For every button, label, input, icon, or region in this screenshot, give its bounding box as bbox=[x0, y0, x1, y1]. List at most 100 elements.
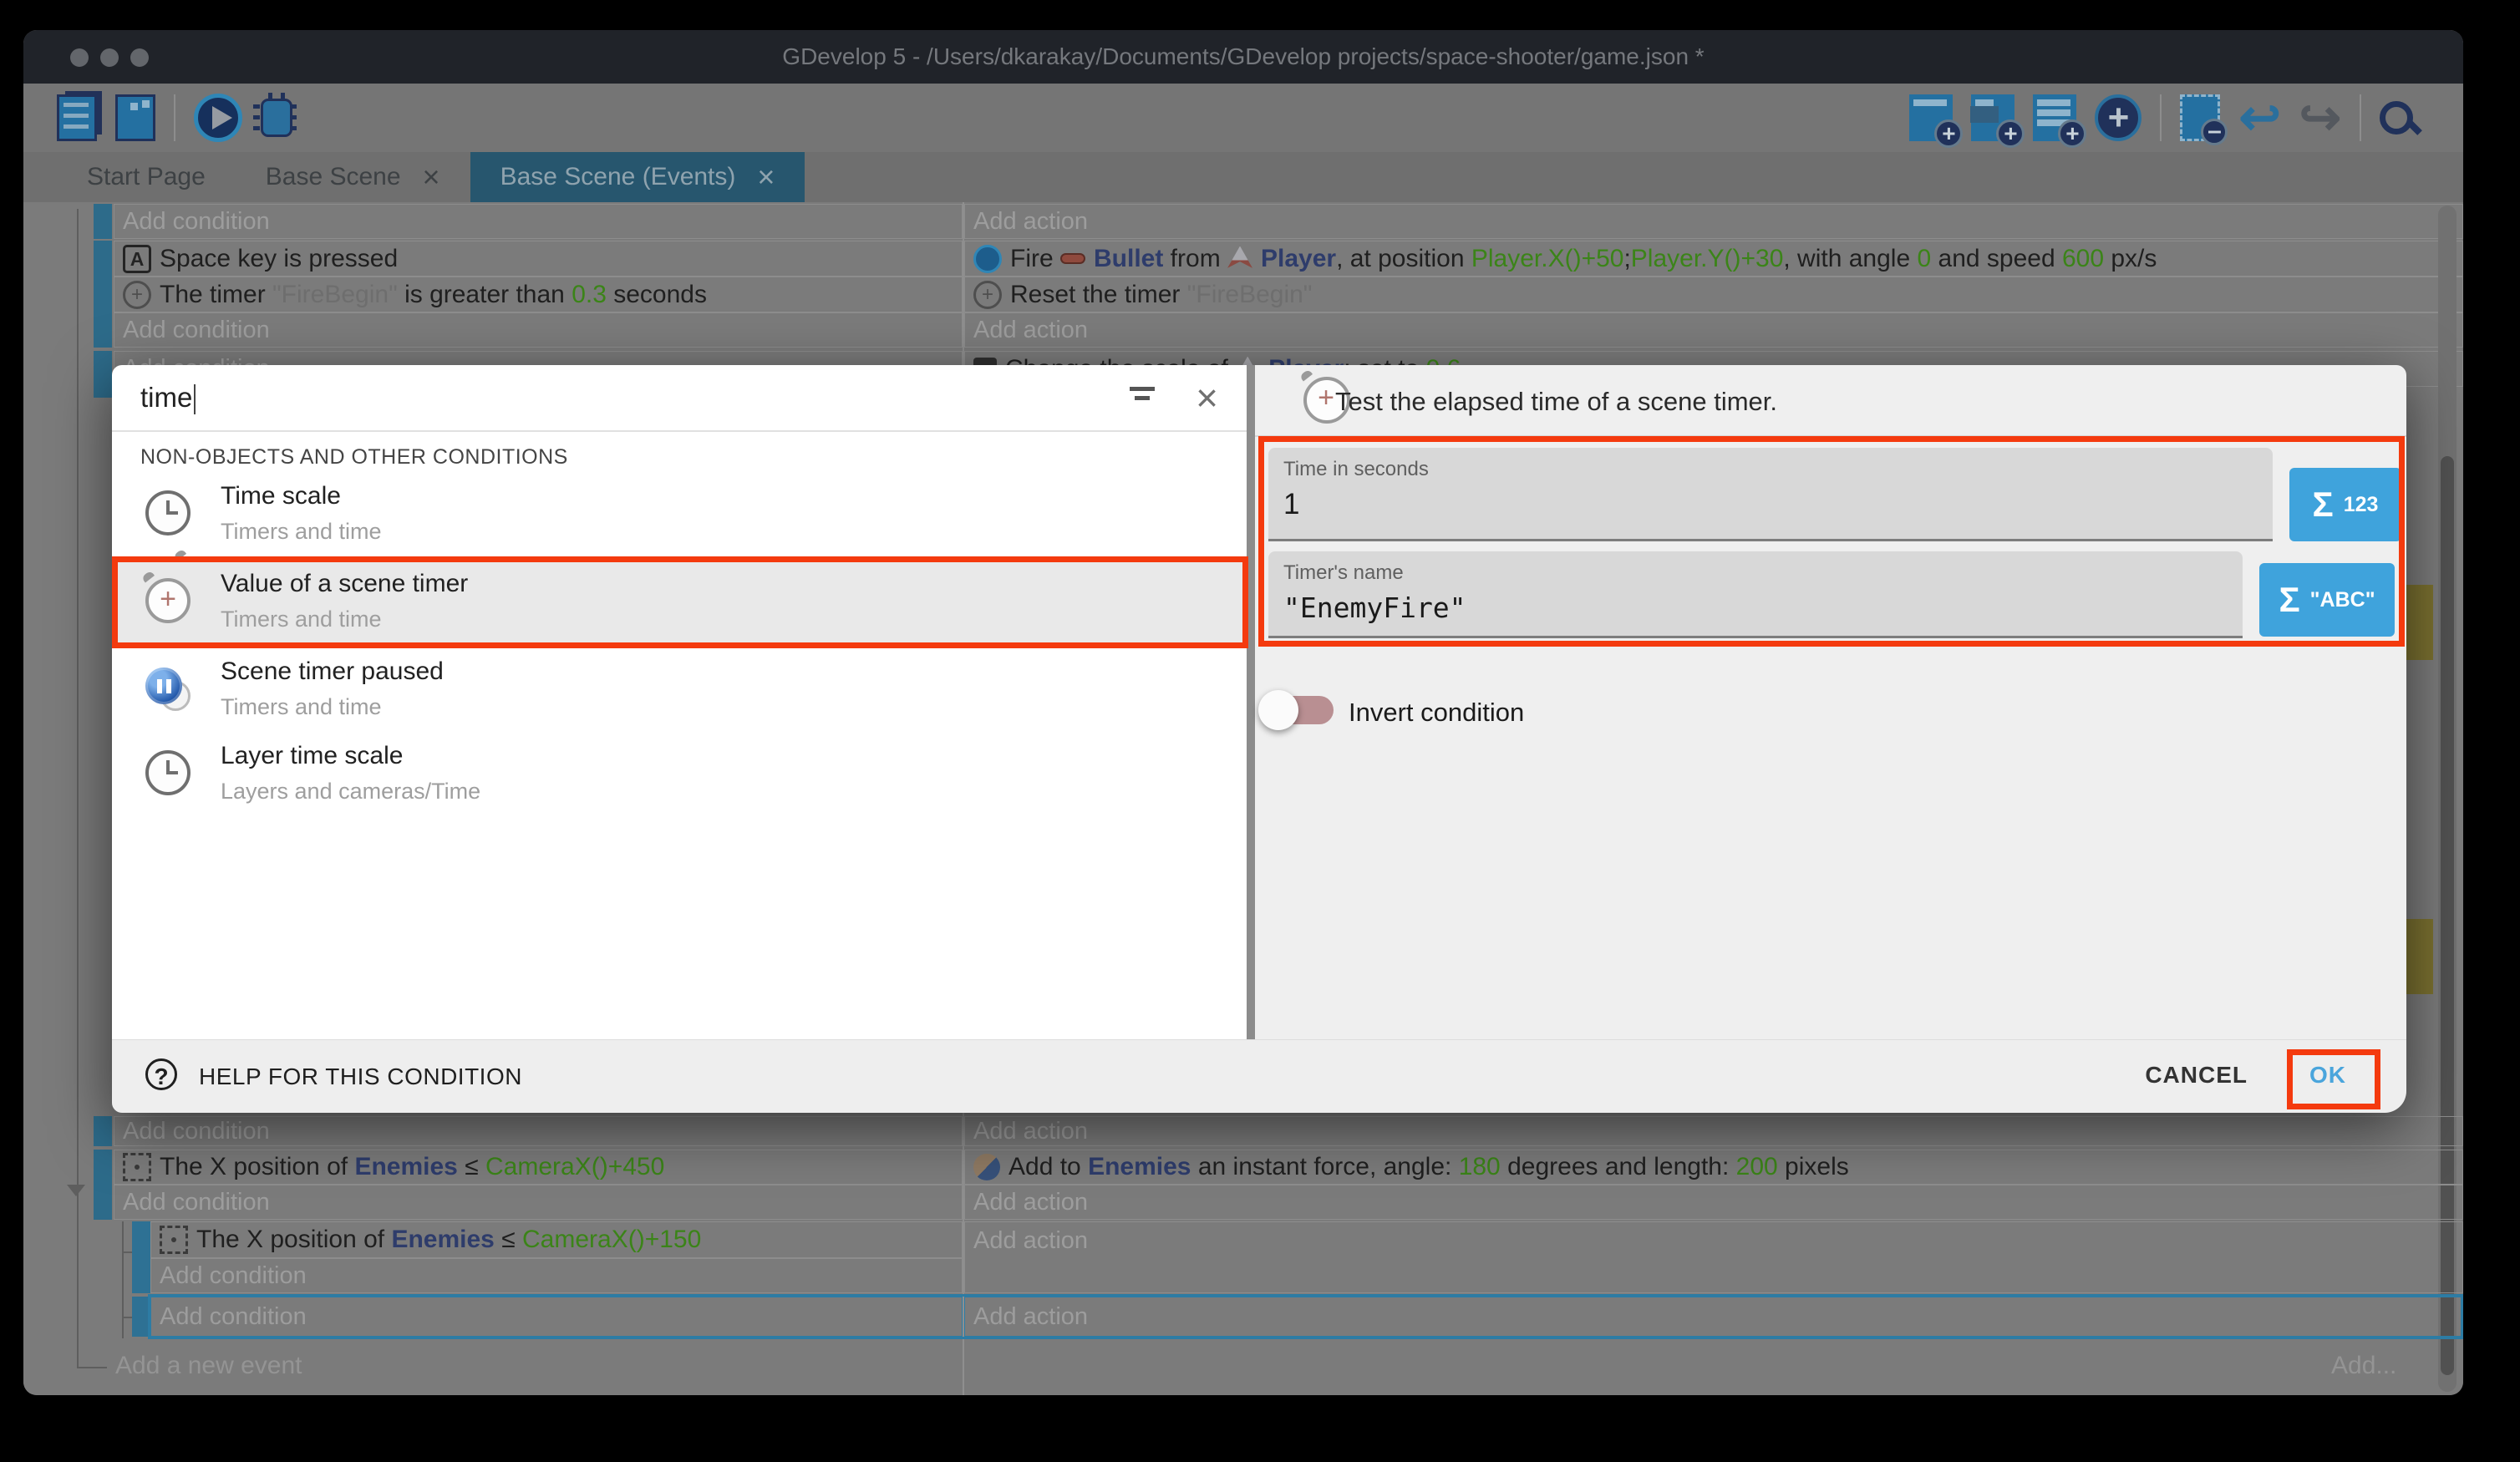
list-item-subtitle: Timers and time bbox=[221, 607, 468, 632]
timer-icon bbox=[973, 281, 1002, 309]
cancel-button[interactable]: CANCEL bbox=[2145, 1062, 2248, 1089]
invert-condition-toggle-thumb[interactable] bbox=[1258, 690, 1298, 730]
add-event-icon[interactable]: + bbox=[1909, 94, 1953, 141]
text-segment: from bbox=[1163, 245, 1227, 273]
add-action-cell[interactable]: Add action bbox=[964, 1221, 2463, 1293]
close-tab-icon[interactable]: × bbox=[423, 160, 440, 195]
text-segment: Player.Y()+30 bbox=[1631, 245, 1784, 273]
text-segment: Reset the timer bbox=[1010, 281, 1187, 309]
text-segment: Enemies bbox=[354, 1153, 457, 1181]
text-segment: 0 bbox=[1917, 245, 1931, 273]
add-condition-cell[interactable]: Add condition bbox=[114, 204, 963, 239]
scene-editor-icon[interactable] bbox=[115, 94, 155, 141]
add-action-cell[interactable]: Add action bbox=[964, 1185, 2463, 1220]
text-segment: 180 bbox=[1459, 1153, 1501, 1181]
play-icon[interactable] bbox=[194, 94, 242, 142]
expression-builder-number-button[interactable]: Σ 123 bbox=[2289, 468, 2401, 541]
add-condition-cell[interactable]: Add condition bbox=[114, 312, 963, 348]
add-more-button[interactable]: Add... bbox=[2331, 1352, 2396, 1380]
text-segment: degrees and length: bbox=[1501, 1153, 1736, 1181]
field-value[interactable]: "EnemyFire" bbox=[1283, 591, 1466, 624]
condition-row[interactable]: The X position of Enemies ≤ CameraX()+45… bbox=[114, 1150, 963, 1185]
add-comment-icon[interactable]: + bbox=[2033, 94, 2076, 141]
debug-icon[interactable] bbox=[261, 99, 292, 137]
tab-base-scene[interactable]: Base Scene × bbox=[236, 152, 470, 202]
list-item-layer-time-scale[interactable]: Layer time scale Layers and cameras/Time bbox=[112, 732, 1245, 814]
divider bbox=[1255, 435, 2406, 437]
ok-button[interactable]: OK bbox=[2309, 1062, 2346, 1089]
add-condition-cell[interactable]: Add condition bbox=[150, 1258, 963, 1293]
text-segment: The X position of bbox=[196, 1226, 391, 1254]
text-segment: and speed bbox=[1931, 245, 2062, 273]
delete-event-icon[interactable]: – bbox=[2180, 94, 2220, 141]
text-segment: seconds bbox=[607, 281, 707, 309]
filter-icon[interactable] bbox=[1130, 387, 1155, 412]
list-item-time-scale[interactable]: Time scale Timers and time bbox=[112, 472, 1245, 554]
project-manager-icon[interactable] bbox=[57, 94, 97, 141]
sigma-icon: Σ bbox=[2313, 485, 2334, 525]
tab-start-page[interactable]: Start Page bbox=[57, 152, 236, 202]
expand-triangle-icon[interactable] bbox=[67, 1185, 85, 1196]
text-segment: Space key is pressed bbox=[160, 245, 398, 273]
undo-icon[interactable]: ↩ bbox=[2238, 94, 2280, 141]
position-icon bbox=[123, 1153, 151, 1181]
time-in-seconds-field[interactable]: Time in seconds 1 bbox=[1268, 448, 2273, 541]
action-row[interactable]: Reset the timer "FireBegin" bbox=[964, 277, 2463, 312]
help-button[interactable]: HELP FOR THIS CONDITION bbox=[199, 1064, 522, 1090]
tab-base-scene-events[interactable]: Base Scene (Events) × bbox=[470, 152, 805, 202]
text-segment: Bullet bbox=[1094, 245, 1163, 273]
text-segment: Enemies bbox=[1088, 1153, 1191, 1181]
action-row[interactable]: Add to Enemies an instant force, angle: … bbox=[964, 1150, 2463, 1185]
event-bar bbox=[94, 351, 112, 398]
condition-row-sub[interactable]: The X position of Enemies ≤ CameraX()+15… bbox=[150, 1221, 963, 1258]
condition-list-panel: time × NON-OBJECTS AND OTHER CONDITIONS … bbox=[112, 365, 1247, 1039]
condition-row[interactable]: The timer "FireBegin" is greater than 0.… bbox=[114, 277, 963, 312]
tabstrip: Start Page Base Scene × Base Scene (Even… bbox=[23, 152, 2463, 202]
event-bar bbox=[94, 1116, 112, 1146]
add-action-cell[interactable]: Add action bbox=[964, 204, 2463, 239]
add-condition-cell-selected[interactable]: Add condition bbox=[150, 1297, 963, 1337]
text-segment: px/s bbox=[2104, 245, 2157, 273]
text-segment: ≤ bbox=[495, 1226, 522, 1254]
close-icon[interactable]: × bbox=[1196, 375, 1218, 420]
text-segment: is greater than bbox=[398, 281, 572, 309]
search-input[interactable]: time bbox=[140, 382, 196, 414]
list-item-scene-timer-paused[interactable]: Scene timer paused Timers and time bbox=[112, 647, 1245, 729]
ship-icon bbox=[1227, 246, 1252, 272]
search-row: time × bbox=[112, 365, 1247, 432]
search-icon[interactable] bbox=[2380, 101, 2413, 135]
add-condition-cell[interactable]: Add condition bbox=[114, 1116, 963, 1146]
tree-guide bbox=[77, 1367, 107, 1368]
text-segment: "FireBegin" bbox=[272, 281, 398, 309]
timer-name-field[interactable]: Timer's name "EnemyFire" bbox=[1268, 551, 2243, 638]
list-item-title: Time scale bbox=[221, 482, 382, 510]
list-item-value-of-scene-timer[interactable]: Value of a scene timer Timers and time bbox=[112, 556, 1245, 645]
text-segment: Add to bbox=[1009, 1153, 1088, 1181]
text-segment: Player.X()+50 bbox=[1471, 245, 1624, 273]
add-condition-cell[interactable]: Add condition bbox=[114, 1185, 963, 1220]
tab-label: Start Page bbox=[87, 163, 206, 191]
condition-row[interactable]: Space key is pressed bbox=[114, 241, 963, 277]
add-action-cell[interactable]: Add action bbox=[964, 1116, 2463, 1146]
help-icon[interactable]: ? bbox=[145, 1058, 177, 1090]
text-segment: , with angle bbox=[1783, 245, 1917, 273]
add-subevent-icon[interactable]: + bbox=[1971, 94, 2014, 141]
close-tab-icon[interactable]: × bbox=[757, 160, 775, 195]
text-segment: pixels bbox=[1778, 1153, 1849, 1181]
add-action-cell[interactable]: Add action bbox=[964, 312, 2463, 348]
add-new-event-button[interactable]: Add a new event bbox=[115, 1352, 302, 1380]
redo-icon[interactable]: ↪ bbox=[2299, 94, 2341, 141]
event-bar bbox=[94, 241, 112, 348]
field-value[interactable]: 1 bbox=[1283, 488, 1299, 521]
add-circle-icon[interactable]: + bbox=[2095, 94, 2141, 141]
list-item-subtitle: Timers and time bbox=[221, 694, 444, 720]
expression-builder-string-button[interactable]: Σ "ABC" bbox=[2259, 563, 2395, 637]
action-row[interactable]: Fire Bullet from Player, at position Pla… bbox=[964, 241, 2463, 277]
bullet-icon bbox=[1060, 253, 1085, 264]
comment-event-block bbox=[2406, 919, 2433, 994]
add-action-cell-selected[interactable]: Add action bbox=[964, 1297, 2463, 1337]
text-segment: CameraX()+150 bbox=[522, 1226, 701, 1254]
param-header: Test the elapsed time of a scene timer. bbox=[1335, 387, 1777, 417]
text-segment: The X position of bbox=[160, 1153, 354, 1181]
list-item-subtitle: Timers and time bbox=[221, 519, 382, 545]
